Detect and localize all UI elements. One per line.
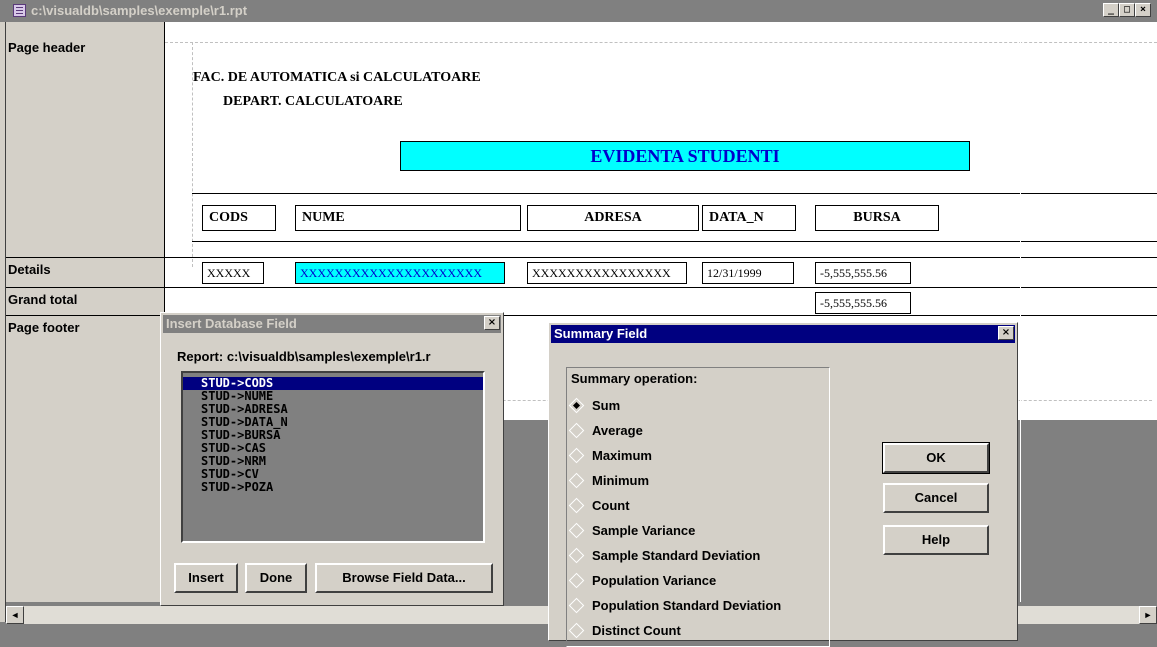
section-details[interactable]: Details (8, 262, 51, 277)
summary-operation-option[interactable]: Sample Standard Deviation (568, 545, 761, 565)
summary-operation-label: Maximum (592, 447, 652, 463)
summary-operation-label: Sample Standard Deviation (592, 547, 761, 563)
insert-dialog-report-path: Report: c:\visualdb\samples\exemple\r1.r (177, 349, 431, 364)
summary-operation-label: Population Standard Deviation (592, 597, 782, 613)
radio-button-icon[interactable] (568, 397, 585, 413)
page-right-margin-line (1020, 22, 1021, 602)
header-department-text[interactable]: DEPART. CALCULATOARE (223, 94, 403, 110)
insert-dialog-close-button[interactable]: × (484, 316, 500, 330)
minimize-button[interactable]: _ (1103, 3, 1119, 17)
summary-operation-label: Minimum (592, 472, 650, 488)
section-names-column (6, 22, 164, 602)
summary-operation-option[interactable]: Population Standard Deviation (568, 595, 782, 615)
window-title-bar: c:\visualdb\samples\exemple\r1.rpt _ □ × (0, 0, 1157, 22)
summary-operation-option[interactable]: Average (568, 420, 643, 440)
column-heading-data-n[interactable]: DATA_N (702, 205, 796, 231)
radio-button-icon[interactable] (568, 622, 585, 638)
column-heading-cods[interactable]: CODS (202, 205, 276, 231)
header-rule-top[interactable] (192, 193, 1157, 194)
summary-operation-option[interactable]: Maximum (568, 445, 652, 465)
details-field-data-n[interactable]: 12/31/1999 (702, 262, 794, 284)
details-field-bursa[interactable]: -5,555,555.56 (815, 262, 911, 284)
summary-operation-label: Population Variance (592, 572, 717, 588)
close-window-button[interactable]: × (1135, 3, 1151, 17)
radio-button-icon[interactable] (568, 422, 585, 438)
radio-button-icon[interactable] (568, 597, 585, 613)
radio-button-icon[interactable] (568, 447, 585, 463)
summary-operation-label: Distinct Count (592, 622, 681, 638)
insert-database-field-dialog[interactable]: Insert Database Field × Report: c:\visua… (160, 312, 504, 606)
scroll-left-arrow-icon[interactable]: ◄ (6, 606, 24, 624)
column-heading-bursa[interactable]: BURSA (815, 205, 939, 231)
summary-dialog-close-button[interactable]: × (998, 326, 1014, 340)
summary-operation-option[interactable]: Sample Variance (568, 520, 696, 540)
radio-button-icon[interactable] (568, 497, 585, 513)
column-heading-nume[interactable]: NUME (295, 205, 521, 231)
radio-button-icon[interactable] (568, 547, 585, 563)
summary-operation-option[interactable]: Population Variance (568, 570, 717, 590)
section-grand-total[interactable]: Grand total (8, 292, 77, 307)
summary-dialog-title[interactable]: Summary Field (551, 325, 1015, 343)
browse-field-data-button[interactable]: Browse Field Data... (315, 563, 493, 593)
scroll-right-arrow-icon[interactable]: ► (1139, 606, 1157, 624)
help-button[interactable]: Help (883, 525, 989, 555)
header-rule-bottom[interactable] (192, 241, 1157, 242)
section-divider-grand-total[interactable] (6, 287, 1157, 288)
summary-field-dialog[interactable]: Summary Field × Summary operation: Sum Av… (548, 322, 1018, 647)
summary-operation-option[interactable]: Minimum (568, 470, 650, 490)
column-heading-adresa[interactable]: ADRESA (527, 205, 699, 231)
window-title: c:\visualdb\samples\exemple\r1.rpt (31, 3, 248, 18)
radio-button-icon[interactable] (568, 522, 585, 538)
radio-button-icon[interactable] (568, 572, 585, 588)
details-field-cods[interactable]: XXXXX (202, 262, 264, 284)
database-field-list[interactable]: STUD->CODS STUD->NUME STUD->ADRESA STUD->DA… (181, 371, 485, 543)
summary-operation-option[interactable]: Count (568, 495, 630, 515)
section-page-header[interactable]: Page header (8, 40, 85, 55)
left-edge (0, 22, 6, 622)
summary-operation-label: Sum (592, 397, 621, 413)
details-field-nume[interactable]: XXXXXXXXXXXXXXXXXXXXX (295, 262, 505, 284)
cancel-button[interactable]: Cancel (883, 483, 989, 513)
summary-operation-label: Summary operation: (571, 371, 698, 386)
header-faculty-text[interactable]: FAC. DE AUTOMATICA si CALCULATOARE (193, 70, 481, 86)
grand-total-field-bursa[interactable]: -5,555,555.56 (815, 292, 911, 314)
section-divider-details[interactable] (6, 257, 1157, 258)
ok-button[interactable]: OK (882, 442, 990, 474)
done-button[interactable]: Done (245, 563, 307, 593)
insert-button[interactable]: Insert (174, 563, 238, 593)
report-title-field[interactable]: EVIDENTA STUDENTI (400, 141, 970, 171)
maximize-button[interactable]: □ (1119, 3, 1135, 17)
summary-operation-label: Sample Variance (592, 522, 696, 538)
report-app-icon (13, 4, 26, 17)
margin-guide-top (165, 42, 1157, 43)
section-page-footer[interactable]: Page footer (8, 320, 80, 335)
summary-operation-option[interactable]: Distinct Count (568, 620, 681, 640)
summary-operation-label: Average (592, 422, 643, 438)
insert-dialog-title[interactable]: Insert Database Field (163, 315, 501, 333)
radio-button-icon[interactable] (568, 472, 585, 488)
summary-operation-label: Count (592, 497, 630, 513)
details-field-adresa[interactable]: XXXXXXXXXXXXXXXX (527, 262, 687, 284)
summary-operation-option[interactable]: Sum (568, 395, 621, 415)
field-list-item[interactable]: STUD->POZA (183, 481, 483, 494)
